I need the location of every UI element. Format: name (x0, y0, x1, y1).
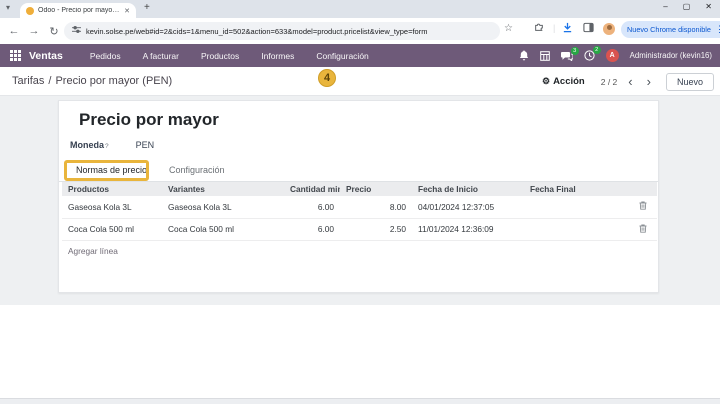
cell-cantidad-min[interactable]: 6.00 (284, 196, 340, 218)
cell-producto[interactable]: Coca Cola 500 ml (62, 218, 162, 240)
cell-fecha-inicio[interactable]: 04/01/2024 12:37:05 (412, 196, 524, 218)
back-icon[interactable]: ← (4, 25, 24, 37)
control-panel: Tarifas / Precio por mayor (PEN) ⚙ Acció… (0, 67, 720, 96)
odoo-favicon (26, 7, 34, 15)
menu-pedidos[interactable]: Pedidos (81, 48, 130, 64)
cell-precio[interactable]: 8.00 (340, 196, 412, 218)
moneda-label: Moneda (70, 140, 104, 150)
apps-grid-icon[interactable] (10, 50, 21, 61)
cell-cantidad-min[interactable]: 6.00 (284, 218, 340, 240)
breadcrumb-tarifas[interactable]: Tarifas (12, 75, 44, 87)
breadcrumb: Tarifas / Precio por mayor (PEN) (12, 75, 172, 87)
trash-icon[interactable] (639, 201, 647, 210)
lower-empty-area (0, 305, 720, 398)
browser-tab[interactable]: Odoo - Precio por mayor (PEN) ✕ (20, 3, 136, 18)
pager-previous-icon[interactable]: ‹ (625, 75, 635, 88)
menu-productos[interactable]: Productos (192, 48, 248, 64)
window-bottom-edge (0, 398, 720, 404)
menu-a-facturar[interactable]: A facturar (134, 48, 188, 64)
col-actions (628, 182, 657, 196)
breadcrumb-separator: / (48, 75, 51, 87)
form-view-background: Precio por mayor Moneda? PEN Normas de p… (0, 96, 720, 305)
add-line-link[interactable]: Agregar línea (62, 240, 657, 262)
chrome-menu-icon[interactable]: ⋮ (715, 24, 720, 35)
cell-producto[interactable]: Gaseosa Kola 3L (62, 196, 162, 218)
user-menu[interactable]: Administrador (kevin16) (630, 51, 712, 60)
annotation-step-marker: 4 (318, 69, 336, 87)
cell-fecha-inicio[interactable]: 11/01/2024 12:36:09 (412, 218, 524, 240)
form-sheet: Precio por mayor Moneda? PEN Normas de p… (58, 100, 659, 293)
bell-icon[interactable] (519, 50, 529, 61)
col-fecha-final[interactable]: Fecha Final (524, 182, 628, 196)
cell-precio[interactable]: 2.50 (340, 218, 412, 240)
trash-icon[interactable] (639, 224, 647, 233)
moneda-field-row: Moneda? PEN (70, 140, 154, 150)
side-panel-icon[interactable] (583, 22, 594, 36)
action-menu-button[interactable]: ⚙ Acción (542, 76, 585, 87)
toolbar-separator: | (553, 23, 555, 33)
address-bar[interactable]: kevin.solse.pe/web#id=2&cids=1&menu_id=5… (64, 22, 500, 40)
add-line-row[interactable]: Agregar línea (62, 240, 657, 262)
activities-badge: 2 (593, 46, 601, 54)
window-maximize-button[interactable]: ▢ (683, 2, 691, 11)
reload-icon[interactable]: ↻ (44, 25, 64, 38)
cell-variante[interactable]: Gaseosa Kola 3L (162, 196, 284, 218)
spreadsheet-icon[interactable] (540, 51, 550, 61)
col-cantidad-min[interactable]: Cantidad min. (284, 182, 340, 196)
tab-title: Odoo - Precio por mayor (PEN) (38, 7, 120, 14)
cell-variante[interactable]: Coca Cola 500 ml (162, 218, 284, 240)
tab-close-icon[interactable]: ✕ (124, 7, 130, 15)
window-close-button[interactable]: ✕ (705, 2, 712, 11)
col-precio[interactable]: Precio (340, 182, 412, 196)
gear-icon: ⚙ (542, 76, 550, 87)
user-avatar[interactable]: A (606, 49, 619, 62)
chrome-update-button[interactable]: Nuevo Chrome disponible ⋮ (621, 21, 720, 38)
menu-configuracion[interactable]: Configuración (307, 48, 377, 64)
table-row[interactable]: Coca Cola 500 ml Coca Cola 500 ml 6.00 2… (62, 218, 657, 240)
browser-toolbar: ← → ↻ kevin.solse.pe/web#id=2&cids=1&men… (0, 18, 720, 44)
download-icon[interactable] (562, 22, 573, 36)
tab-search-caret-icon[interactable]: ▾ (6, 3, 10, 12)
breadcrumb-current: Precio por mayor (PEN) (55, 75, 172, 87)
forward-icon[interactable]: → (24, 25, 44, 37)
action-label: Acción (553, 76, 585, 87)
chrome-profile-avatar[interactable] (603, 23, 615, 35)
url-text[interactable]: kevin.solse.pe/web#id=2&cids=1&menu_id=5… (86, 27, 492, 36)
pager-next-icon[interactable]: › (644, 75, 654, 88)
window-minimize-button[interactable]: – (663, 2, 667, 11)
bookmark-star-icon[interactable]: ☆ (504, 23, 513, 34)
notebook-tabs: Normas de precio Configuración (59, 159, 658, 182)
page-title: Precio por mayor (79, 110, 219, 130)
messages-icon[interactable]: 3 (561, 51, 573, 61)
activities-clock-icon[interactable]: 2 (584, 50, 595, 61)
new-record-button[interactable]: Nuevo (666, 73, 714, 91)
tab-configuracion[interactable]: Configuración (158, 159, 236, 182)
pager-count: 2 / 2 (601, 77, 618, 87)
messages-badge: 3 (571, 47, 579, 55)
chrome-update-label: Nuevo Chrome disponible (627, 25, 711, 34)
table-row[interactable]: Gaseosa Kola 3L Gaseosa Kola 3L 6.00 8.0… (62, 196, 657, 218)
help-question-icon[interactable]: ? (105, 143, 109, 150)
table-header-row: Productos Variantes Cantidad min. Precio… (62, 182, 657, 196)
tab-normas-de-precio[interactable]: Normas de precio (65, 159, 158, 182)
col-productos[interactable]: Productos (62, 182, 162, 196)
new-tab-button[interactable]: + (144, 2, 150, 13)
cell-fecha-final[interactable] (524, 196, 628, 218)
col-variantes[interactable]: Variantes (162, 182, 284, 196)
moneda-value[interactable]: PEN (136, 140, 155, 150)
price-rules-table: Productos Variantes Cantidad min. Precio… (62, 182, 657, 262)
extensions-icon[interactable] (534, 22, 544, 35)
app-name-ventas[interactable]: Ventas (29, 50, 63, 62)
odoo-navbar: Ventas Pedidos A facturar Productos Info… (0, 44, 720, 67)
browser-tab-strip: ▾ Odoo - Precio por mayor (PEN) ✕ + – ▢ … (0, 0, 720, 18)
col-fecha-inicio[interactable]: Fecha de Inicio (412, 182, 524, 196)
site-info-icon[interactable] (72, 25, 81, 37)
menu-informes[interactable]: Informes (252, 48, 303, 64)
cell-fecha-final[interactable] (524, 218, 628, 240)
